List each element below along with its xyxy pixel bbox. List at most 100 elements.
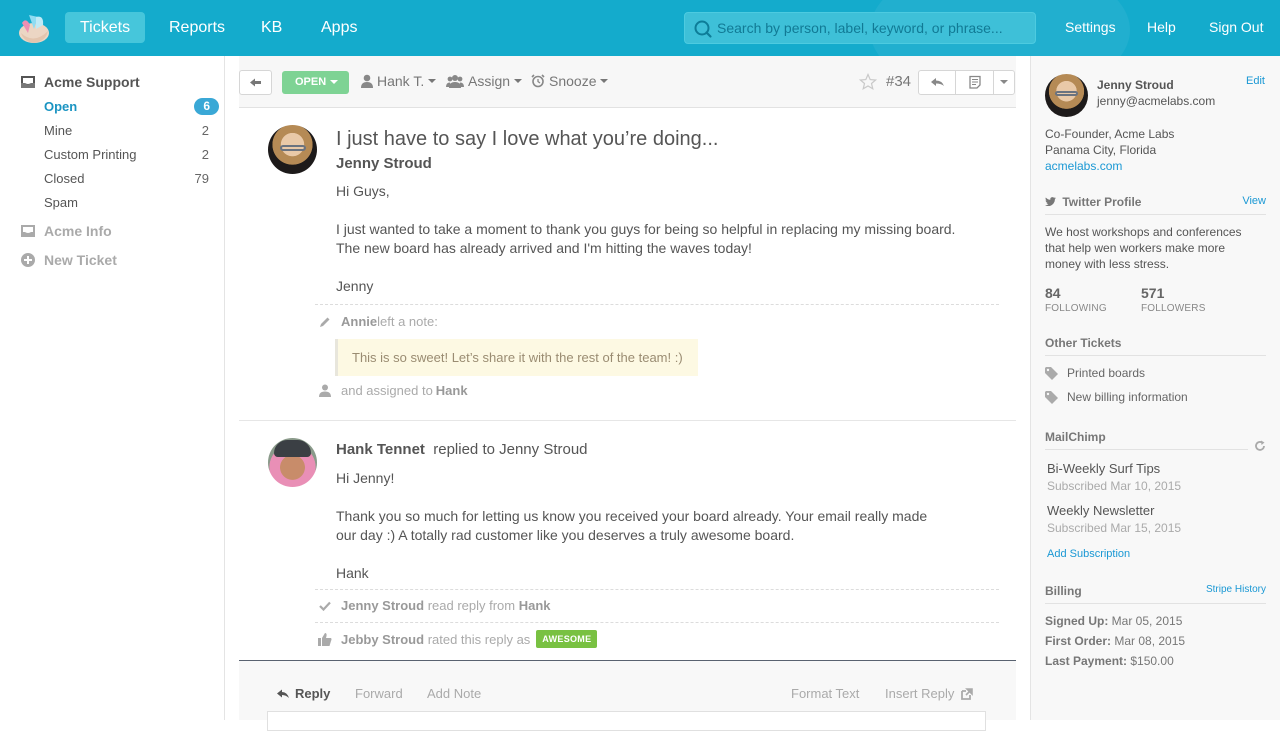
followers-count: 571 <box>1141 285 1165 301</box>
tag-icon <box>1045 390 1058 404</box>
note-event-text: left a note: <box>377 314 438 329</box>
star-icon[interactable] <box>859 73 877 91</box>
twitter-bio-line: that help wen workers make more <box>1045 241 1226 255</box>
mailchimp-list-subscribed: Subscribed Mar 15, 2015 <box>1047 521 1182 535</box>
nav-tab-reports[interactable]: Reports <box>154 12 240 43</box>
rating-event-text: rated this reply as <box>424 631 531 647</box>
other-ticket-item[interactable]: Printed boards <box>1045 366 1145 380</box>
rating-badge: AWESOME <box>536 630 598 648</box>
note-event: Annie left a note: <box>315 314 438 329</box>
back-button[interactable] <box>239 70 272 95</box>
folder-count: 2 <box>201 122 209 138</box>
billing-value: $150.00 <box>1127 654 1174 668</box>
help-link[interactable]: Help <box>1147 19 1176 35</box>
assignee-dropdown[interactable]: Hank T. <box>361 73 437 89</box>
folder-label: Closed <box>44 170 85 186</box>
settings-link[interactable]: Settings <box>1065 19 1116 35</box>
add-subscription-link[interactable]: Add Subscription <box>1047 548 1130 560</box>
customer-website-link[interactable]: acmelabs.com <box>1045 159 1122 173</box>
inbox-icon <box>21 76 35 88</box>
folder-open[interactable]: Open 6 <box>44 96 219 116</box>
other-ticket-label: New billing information <box>1067 390 1188 404</box>
search-input[interactable] <box>717 13 1029 43</box>
inbox-icon <box>21 225 35 237</box>
folder-count-badge: 6 <box>194 97 219 115</box>
reply-button[interactable] <box>919 71 956 94</box>
status-dropdown[interactable]: OPEN <box>282 71 349 94</box>
other-ticket-item[interactable]: New billing information <box>1045 390 1188 404</box>
folder-spam[interactable]: Spam <box>44 192 209 212</box>
stripe-history-link[interactable]: Stripe History <box>1206 584 1266 595</box>
following-label: FOLLOWING <box>1045 303 1107 314</box>
more-actions-button[interactable] <box>994 71 1014 94</box>
twitter-view-link[interactable]: View <box>1242 195 1266 207</box>
insert-reply-label: Insert Reply <box>885 686 955 701</box>
edit-customer-link[interactable]: Edit <box>1246 75 1265 87</box>
insert-reply-button[interactable]: Insert Reply <box>885 686 974 701</box>
divider <box>315 622 999 623</box>
billing-row: Last Payment: $150.00 <box>1045 654 1174 668</box>
assignee-label: Hank T. <box>377 73 425 89</box>
folder-closed[interactable]: Closed 79 <box>44 168 209 188</box>
add-note-tab[interactable]: Add Note <box>427 686 481 701</box>
mailchimp-list-name: Weekly Newsletter <box>1047 503 1155 518</box>
reply-textarea[interactable] <box>267 711 986 731</box>
nav-tab-kb[interactable]: KB <box>246 12 297 43</box>
folder-mine[interactable]: Mine 2 <box>44 120 209 140</box>
chevron-down-icon <box>330 80 339 85</box>
new-ticket-button[interactable]: New Ticket <box>20 250 117 270</box>
other-tickets-header: Other Tickets <box>1045 336 1266 356</box>
read-event-text: read reply from <box>424 598 519 613</box>
search-box[interactable] <box>684 12 1036 44</box>
reply-action: replied to Jenny Stroud <box>433 441 588 458</box>
reply-composer: Reply Forward Add Note Format Text Inser… <box>239 660 1016 731</box>
divider <box>315 304 999 305</box>
billing-label: First Order: <box>1045 634 1112 648</box>
format-text-button[interactable]: Format Text <box>791 686 859 701</box>
billing-value: Mar 08, 2015 <box>1111 634 1186 648</box>
message-greeting: Hi Guys, <box>336 183 390 199</box>
mailbox-acme-support[interactable]: Acme Support <box>20 72 140 92</box>
reply-line: Thank you so much for letting us know yo… <box>336 508 928 524</box>
ticket-main: OPEN Hank T. Assign Snooze #34 I just ha… <box>225 56 1030 731</box>
reply-signoff: Hank <box>336 565 369 581</box>
ticket-number: #34 <box>886 73 912 90</box>
sign-out-link[interactable]: Sign Out <box>1209 19 1263 35</box>
logo-icon[interactable] <box>16 11 52 45</box>
folder-label: Mine <box>44 122 73 138</box>
nav-tab-tickets[interactable]: Tickets <box>65 12 146 43</box>
billing-value: Mar 05, 2015 <box>1108 614 1183 628</box>
message-sender[interactable]: Jenny Stroud <box>336 155 432 172</box>
snooze-dropdown[interactable]: Snooze <box>531 73 609 89</box>
note-button[interactable] <box>956 71 994 94</box>
read-from: Hank <box>518 598 551 613</box>
internal-note: This is so sweet! Let’s share it with th… <box>335 339 698 376</box>
divider <box>315 589 999 590</box>
mailbox-acme-info[interactable]: Acme Info <box>20 221 112 241</box>
refresh-icon[interactable] <box>1254 440 1266 452</box>
customer-sidebar: Jenny Stroud jenny@acmelabs.com Edit Co-… <box>1030 56 1280 720</box>
reply-tab[interactable]: Reply <box>277 686 330 701</box>
status-label: OPEN <box>295 76 327 88</box>
customer-email: jenny@acmelabs.com <box>1097 94 1216 108</box>
new-ticket-label: New Ticket <box>44 252 117 268</box>
billing-row: Signed Up: Mar 05, 2015 <box>1045 614 1182 628</box>
mailchimp-list-subscribed: Subscribed Mar 10, 2015 <box>1047 479 1182 493</box>
user-icon <box>361 74 373 88</box>
note-author: Annie <box>341 314 378 329</box>
top-bar: Tickets Reports KB Apps Settings Help Si… <box>0 0 1280 56</box>
folder-custom-printing[interactable]: Custom Printing 2 <box>44 144 209 164</box>
thumbs-up-icon <box>318 632 332 646</box>
folder-count: 2 <box>201 146 209 162</box>
reader-name: Jenny Stroud <box>341 598 425 613</box>
reply-sender[interactable]: Hank Tennet <box>336 441 425 458</box>
chevron-down-icon <box>600 79 609 83</box>
forward-tab[interactable]: Forward <box>355 686 403 701</box>
twitter-section-header: Twitter Profile View <box>1045 195 1266 215</box>
assign-dropdown[interactable]: Assign <box>446 73 523 89</box>
followers-label: FOLLOWERS <box>1141 303 1206 314</box>
mailbox-name: Acme Support <box>44 74 140 90</box>
nav-tab-apps[interactable]: Apps <box>306 12 372 43</box>
user-icon <box>319 384 331 397</box>
read-event: Jenny Stroud read reply from Hank <box>315 598 551 613</box>
